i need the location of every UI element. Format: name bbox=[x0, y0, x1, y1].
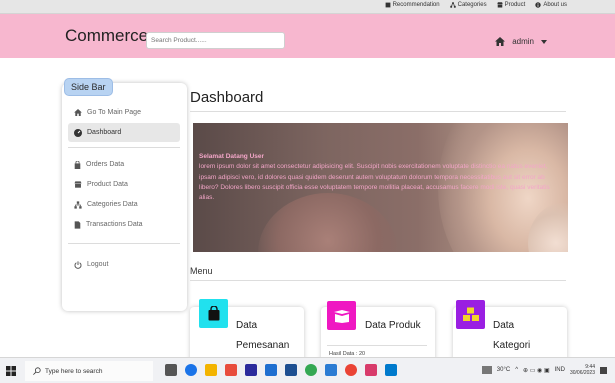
banner-paragraph: lorem ipsum dolor sit amet consectetur a… bbox=[199, 163, 550, 202]
sidebar-item-orders[interactable]: Orders Data bbox=[68, 155, 180, 174]
card-divider bbox=[327, 345, 427, 346]
user-menu[interactable]: admin bbox=[495, 37, 547, 46]
sidebar-divider bbox=[68, 243, 180, 244]
top-links: Recommendation Categories Product About … bbox=[385, 2, 567, 8]
sidebar-item-label: Categories Data bbox=[87, 201, 138, 208]
sidebar-item-categories[interactable]: Categories Data bbox=[68, 195, 180, 214]
notification-icon[interactable] bbox=[600, 366, 607, 374]
welcome-banner: Selamat Datang User lorem ipsum dolor si… bbox=[193, 123, 568, 252]
top-link-about[interactable]: About us bbox=[535, 2, 567, 8]
weather-icon bbox=[481, 366, 492, 374]
card-title-line2: Kategori bbox=[493, 340, 531, 351]
home-icon bbox=[495, 37, 506, 46]
search-icon bbox=[33, 367, 41, 375]
top-link-label: Recommendation bbox=[392, 2, 440, 8]
sidebar-divider bbox=[68, 147, 180, 148]
sidebar-item-label: Go To Main Page bbox=[87, 109, 141, 116]
card-icon-box bbox=[327, 301, 356, 330]
info-icon bbox=[535, 2, 542, 8]
sidebar: Side Bar Go To Main Page Dashboard Order… bbox=[62, 78, 187, 311]
sidebar-item-dashboard[interactable]: Dashboard bbox=[68, 123, 180, 142]
sidebar-item-label: Transactions Data bbox=[86, 221, 143, 228]
taskbar-search-placeholder: Type here to search bbox=[45, 367, 103, 375]
chrome-icon[interactable] bbox=[305, 364, 317, 376]
top-link-categories[interactable]: Categories bbox=[449, 2, 487, 8]
system-tray: 30°C ^ ⊕ ▭ ◉ ▣ IND 9:44 30/06/2023 bbox=[481, 364, 607, 376]
task-view-icon[interactable] bbox=[165, 364, 177, 376]
sidebar-item-label: Dashboard bbox=[87, 129, 122, 136]
title-divider bbox=[190, 111, 566, 112]
power-icon bbox=[74, 260, 82, 269]
sidebar-item-products[interactable]: Product Data bbox=[68, 175, 180, 194]
clock-date: 30/06/2023 bbox=[569, 370, 595, 376]
taskbar-search[interactable]: Type here to search bbox=[25, 361, 153, 381]
boxes-icon bbox=[462, 307, 479, 321]
top-link-label: Categories bbox=[457, 2, 487, 8]
top-link-label: Product bbox=[504, 2, 526, 8]
top-link-recommendation[interactable]: Recommendation bbox=[385, 2, 440, 8]
app-icon[interactable] bbox=[225, 364, 237, 376]
banner-heading: Selamat Datang User bbox=[199, 153, 265, 160]
sidebar-item-transactions[interactable]: Transactions Data bbox=[68, 215, 180, 234]
file-icon bbox=[74, 220, 81, 229]
shopping-bag-icon bbox=[208, 306, 219, 321]
card-icon-box bbox=[199, 299, 228, 328]
sitemap-icon bbox=[449, 2, 456, 8]
sidebar-item-logout[interactable]: Logout bbox=[68, 255, 180, 274]
store-icon bbox=[74, 181, 82, 188]
app-icon[interactable] bbox=[365, 364, 377, 376]
vscode-icon[interactable] bbox=[385, 364, 397, 376]
bag-icon bbox=[74, 160, 81, 169]
top-link-label: About us bbox=[543, 2, 567, 8]
home-icon bbox=[74, 109, 82, 116]
page-title: Dashboard bbox=[190, 89, 264, 106]
file-explorer-icon[interactable] bbox=[205, 364, 217, 376]
sidebar-item-label: Orders Data bbox=[86, 161, 125, 168]
card-title: Data bbox=[493, 320, 515, 331]
caret-down-icon bbox=[541, 39, 547, 44]
windows-start-icon[interactable] bbox=[6, 366, 16, 376]
top-link-product[interactable]: Product bbox=[496, 2, 526, 8]
banner-text: Selamat Datang User lorem ipsum dolor si… bbox=[199, 152, 554, 203]
clock[interactable]: 9:44 30/06/2023 bbox=[570, 364, 595, 376]
brand-logo[interactable]: Commerce bbox=[65, 26, 148, 46]
taskbar-apps bbox=[165, 364, 397, 376]
app-icon[interactable] bbox=[245, 364, 257, 376]
menu-divider bbox=[190, 280, 566, 281]
edge-icon[interactable] bbox=[185, 364, 197, 376]
app-icon[interactable] bbox=[345, 364, 357, 376]
os-taskbar: Type here to search 30°C ^ ⊕ ▭ ◉ ▣ IND 9… bbox=[0, 357, 615, 383]
sidebar-item-label: Product Data bbox=[87, 181, 128, 188]
tray-icons: ⊕ ▭ ◉ ▣ bbox=[523, 367, 550, 374]
language-indicator[interactable]: IND bbox=[555, 367, 565, 373]
card-title: Data bbox=[236, 320, 258, 331]
weather-temp[interactable]: 30°C bbox=[497, 367, 510, 373]
navbar: Commerce admin bbox=[0, 14, 615, 58]
card-title: Data Produk bbox=[365, 320, 421, 331]
menu-heading: Menu bbox=[190, 266, 213, 276]
store-icon bbox=[496, 2, 503, 8]
chevron-up-icon[interactable]: ^ bbox=[515, 367, 518, 373]
box-open-icon bbox=[333, 309, 350, 323]
sidebar-item-main-page[interactable]: Go To Main Page bbox=[68, 103, 180, 122]
sidebar-item-label: Logout bbox=[87, 261, 109, 268]
sitemap-icon bbox=[74, 200, 82, 209]
search-input[interactable] bbox=[146, 32, 285, 49]
user-name: admin bbox=[512, 37, 534, 46]
book-icon bbox=[385, 2, 390, 8]
app-icon[interactable] bbox=[265, 364, 277, 376]
card-icon-box bbox=[456, 300, 485, 329]
top-link-bar: Recommendation Categories Product About … bbox=[0, 0, 615, 14]
card-title-line2: Pemesanan bbox=[236, 340, 290, 351]
app-icon[interactable] bbox=[285, 364, 297, 376]
sidebar-title: Side Bar bbox=[64, 78, 113, 96]
gauge-icon bbox=[74, 128, 82, 137]
app-icon[interactable] bbox=[325, 364, 337, 376]
